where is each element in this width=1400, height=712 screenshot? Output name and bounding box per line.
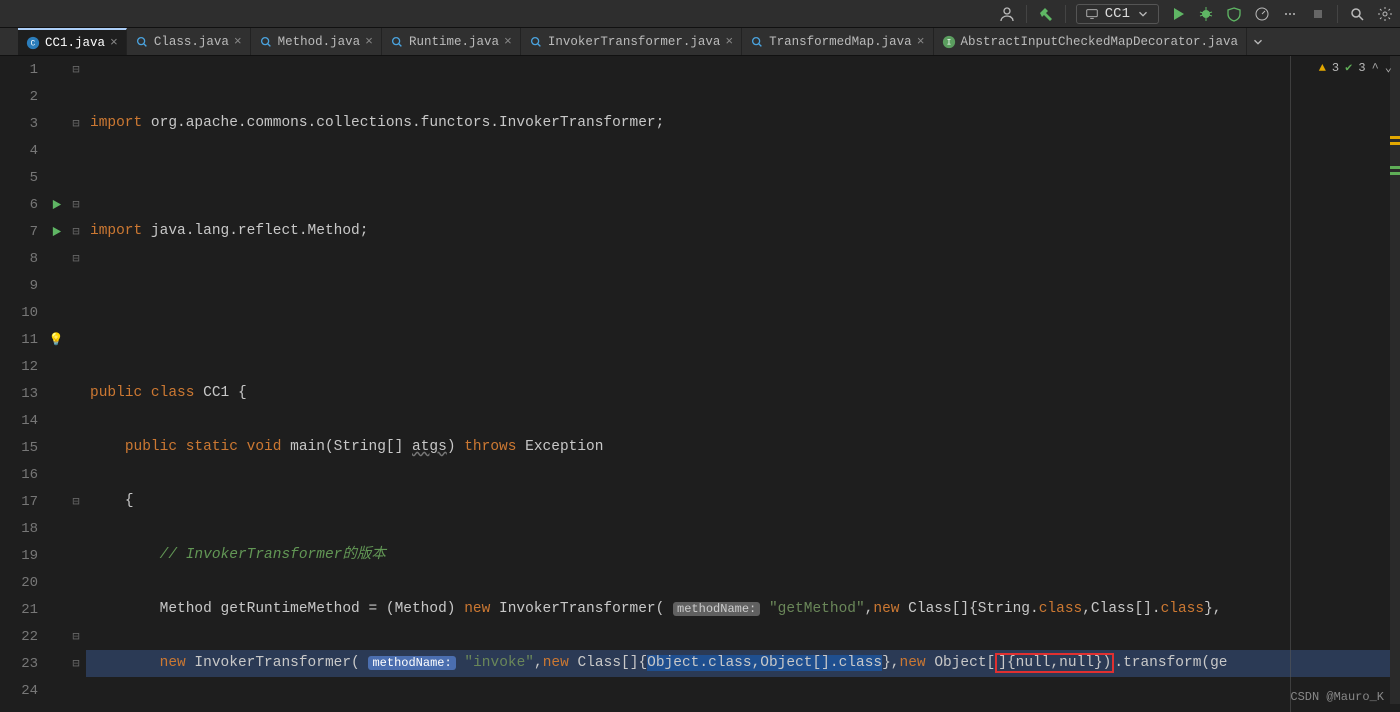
search-file-icon [135,35,149,49]
search-file-icon [750,35,764,49]
current-line: new InvokerTransformer( methodName: "inv… [86,650,1400,677]
param-hint: methodName: [368,656,455,670]
fold-icon[interactable]: ⊟ [66,650,86,677]
chevron-up-icon[interactable]: ^ [1372,61,1379,75]
code-body[interactable]: import org.apache.commons.collections.fu… [86,56,1400,712]
tab-label: Runtime.java [409,35,499,49]
run-config-selector[interactable]: CC1 [1076,4,1159,24]
chevron-down-icon [1136,7,1150,21]
monitor-icon [1085,7,1099,21]
fold-icon[interactable]: ⊟ [66,245,86,272]
tab-abstractdecorator[interactable]: I AbstractInputCheckedMapDecorator.java [934,28,1248,55]
fold-icon[interactable]: ⊟ [66,191,86,218]
tabs-overflow-icon[interactable] [1247,28,1269,55]
run-gutter: 💡 [46,56,66,712]
close-icon[interactable]: × [365,34,373,49]
debug-icon[interactable] [1197,5,1215,23]
search-file-icon [529,35,543,49]
right-margin [1290,56,1291,712]
code-editor[interactable]: ▲ 3 ✔ 3 ^ ⌄ 123456789101112131415161718192… [0,56,1400,712]
ok-count: 3 [1358,61,1365,75]
settings-icon[interactable] [1376,5,1394,23]
coverage-icon[interactable] [1225,5,1243,23]
error-stripe[interactable] [1390,56,1400,704]
tab-method[interactable]: Method.java × [251,28,382,55]
close-icon[interactable]: × [504,34,512,49]
run-line-icon[interactable] [46,191,66,218]
main-toolbar: CC1 [0,0,1400,28]
tab-label: TransformedMap.java [769,35,912,49]
search-file-icon [390,35,404,49]
tab-class[interactable]: Class.java × [127,28,251,55]
fold-gutter: ⊟ ⊟ ⊟ ⊟ ⊟ ⊟ ⊟ ⊟ [66,56,86,712]
tab-label: CC1.java [45,36,105,50]
tab-transformedmap[interactable]: TransformedMap.java × [742,28,933,55]
param-hint: methodName: [673,602,760,616]
line-numbers: 123456789101112131415161718192021222324 [0,56,46,712]
user-icon[interactable] [998,5,1016,23]
class-icon: C [26,36,40,50]
profile-icon[interactable] [1253,5,1271,23]
stop-icon [1309,5,1327,23]
ok-icon: ✔ [1345,60,1352,75]
tab-label: AbstractInputCheckedMapDecorator.java [961,35,1239,49]
more-icon[interactable] [1281,5,1299,23]
fold-icon[interactable]: ⊟ [66,110,86,137]
inspections-widget[interactable]: ▲ 3 ✔ 3 ^ ⌄ [1319,60,1392,75]
tab-label: InvokerTransformer.java [548,35,721,49]
editor-tabs: C CC1.java × Class.java × Method.java × … [0,28,1400,56]
fold-icon[interactable]: ⊟ [66,218,86,245]
chevron-down-icon[interactable]: ⌄ [1385,60,1392,75]
tab-invokertransformer[interactable]: InvokerTransformer.java × [521,28,742,55]
run-icon[interactable] [1169,5,1187,23]
tab-label: Method.java [278,35,361,49]
tab-runtime[interactable]: Runtime.java × [382,28,521,55]
close-icon[interactable]: × [234,34,242,49]
close-icon[interactable]: × [725,34,733,49]
fold-icon[interactable]: ⊟ [66,488,86,515]
hammer-icon[interactable] [1037,5,1055,23]
interface-icon: I [942,35,956,49]
fold-icon[interactable]: ⊟ [66,623,86,650]
red-annotation-box: ]{null,null}) [995,653,1114,673]
close-icon[interactable]: × [917,34,925,49]
svg-text:C: C [31,39,36,48]
svg-text:I: I [946,38,951,47]
close-icon[interactable]: × [110,35,118,50]
run-line-icon[interactable] [46,218,66,245]
intention-bulb-icon[interactable]: 💡 [46,326,66,353]
watermark: CSDN @Mauro_K [1290,690,1384,704]
tab-cc1[interactable]: C CC1.java × [18,28,127,55]
run-config-label: CC1 [1105,6,1130,22]
fold-icon[interactable]: ⊟ [66,56,86,83]
search-file-icon [259,35,273,49]
warning-icon: ▲ [1319,61,1326,75]
warning-count: 3 [1332,61,1339,75]
search-icon[interactable] [1348,5,1366,23]
tab-label: Class.java [154,35,229,49]
